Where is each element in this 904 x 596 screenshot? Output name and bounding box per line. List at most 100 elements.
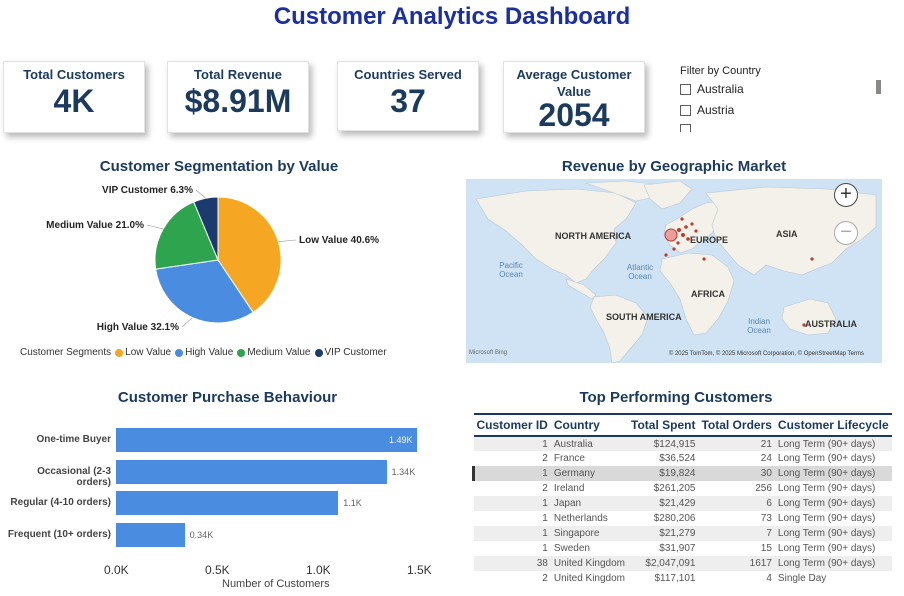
kpi-average-customer-value[interactable]: Average Customer Value 2054 bbox=[503, 61, 645, 133]
table-row[interactable]: 1 Netherlands $280,206 73 Long Term (90+ day… bbox=[474, 511, 892, 526]
filter-title: Filter by Country bbox=[680, 65, 761, 77]
geo-title: Revenue by Geographic Market bbox=[561, 158, 787, 175]
dashboard-title: Customer Analytics Dashboard bbox=[273, 3, 631, 30]
bar[interactable] bbox=[116, 460, 387, 484]
table-cell: 1 bbox=[473, 496, 551, 511]
table-row[interactable]: 1 Sweden $31,907 15 Long Term (90+ days) bbox=[474, 541, 892, 556]
behaviour-panel: Customer Purchase Behaviour One-time Buy… bbox=[3, 385, 452, 593]
column-header[interactable]: Total Spent bbox=[628, 413, 699, 437]
column-header[interactable]: Country bbox=[550, 413, 628, 437]
legend-label: Low Value bbox=[125, 347, 172, 358]
pie-data-label: Low Value 40.6% bbox=[299, 235, 379, 246]
legend-marker bbox=[314, 348, 323, 357]
filter-option-australia[interactable]: Australia bbox=[680, 82, 744, 96]
pie-data-label: High Value 32.1% bbox=[97, 322, 179, 333]
kpi-value: 4K bbox=[53, 83, 95, 119]
map-label-europe: EUROPE bbox=[690, 235, 729, 245]
geo-map[interactable]: NORTH AMERICA EUROPE ASIA AFRICA SOUTH A… bbox=[466, 179, 882, 363]
kpi-total-revenue[interactable]: Total Revenue $8.91M bbox=[167, 61, 309, 133]
kpi-label: Total Customers bbox=[23, 67, 125, 82]
table-row[interactable]: 2 United Kingdom $117,101 4 Single Day bbox=[474, 571, 892, 586]
filter-scrollbar[interactable] bbox=[876, 80, 881, 94]
table-cell: 6 bbox=[698, 496, 775, 511]
table-cell: 2 bbox=[542, 483, 548, 494]
table-cell: $280,206 bbox=[653, 513, 696, 524]
checkbox[interactable] bbox=[680, 104, 691, 116]
pie-leader-line bbox=[146, 224, 164, 230]
table-cell: 1 bbox=[473, 526, 551, 541]
filter-option-partial[interactable] bbox=[680, 124, 697, 132]
table-cell: Ireland bbox=[553, 483, 585, 494]
pie-leader-line bbox=[195, 189, 206, 199]
country-filter[interactable]: Filter by Country Australia Austria bbox=[671, 60, 885, 132]
table-cell: $124,915 bbox=[628, 436, 699, 451]
column-header[interactable]: Customer ID bbox=[473, 413, 551, 437]
bar[interactable] bbox=[116, 428, 417, 452]
kpi-label: Countries Served bbox=[354, 67, 462, 82]
table-cell: Netherlands bbox=[553, 513, 608, 524]
bar-value-label: 1.1K bbox=[343, 498, 362, 508]
table-cell: Long Term (90+ days) bbox=[777, 543, 876, 554]
table-cell: 1617 bbox=[698, 556, 775, 571]
zoom-in-button[interactable]: + bbox=[834, 183, 858, 207]
table-row[interactable]: 2 France $36,524 24 Long Term (90+ days) bbox=[474, 451, 892, 466]
table-row[interactable]: 1 Australia $124,915 21 Long Term (90+ days) bbox=[473, 436, 892, 451]
table-cell: Long Term (90+ days) bbox=[774, 436, 892, 451]
segmentation-panel: Customer Segmentation by Value Low Value… bbox=[3, 153, 435, 365]
legend-item[interactable]: VIP Customer bbox=[314, 347, 387, 358]
legend-item[interactable]: Medium Value bbox=[237, 347, 311, 358]
table-cell: $19,824 bbox=[628, 466, 699, 481]
pie-data-label: VIP Customer 6.3% bbox=[102, 185, 193, 196]
bar-value-label: 0.34K bbox=[189, 530, 214, 540]
table-row[interactable]: 2 Ireland $261,205 256 Long Term (90+ days) bbox=[474, 481, 892, 496]
x-tick-label: 1.5K bbox=[407, 563, 432, 577]
table-cell: 256 bbox=[755, 483, 772, 494]
column-header[interactable]: Total Orders bbox=[698, 413, 775, 437]
legend-marker bbox=[175, 348, 184, 357]
table-cell: Single Day bbox=[777, 573, 827, 584]
x-tick-label: 1.0K bbox=[306, 563, 331, 577]
top-customers-title: Top Performing Customers bbox=[579, 389, 773, 406]
kpi-countries-served[interactable]: Countries Served 37 bbox=[337, 61, 479, 131]
pie-leader-line bbox=[181, 317, 193, 328]
kpi-total-customers[interactable]: Total Customers 4K bbox=[3, 61, 145, 133]
segmentation-pie-chart: Low Value 40.6% High Value 32.1% Medium Va… bbox=[46, 185, 379, 333]
legend-item[interactable]: High Value bbox=[175, 347, 233, 358]
table-cell: United Kingdom bbox=[553, 573, 625, 584]
table-cell: 24 bbox=[760, 453, 772, 464]
table-cell: $31,907 bbox=[659, 543, 696, 554]
table-cell: 1 bbox=[473, 436, 551, 451]
filter-option-label: Austria bbox=[697, 103, 735, 117]
filter-option-label: Australia bbox=[697, 82, 744, 96]
table-cell: 15 bbox=[760, 543, 772, 554]
table-cell: 1 bbox=[542, 513, 548, 524]
legend-marker bbox=[237, 348, 246, 357]
map-label-south-america: SOUTH AMERICA bbox=[606, 312, 682, 322]
table-cell: 73 bbox=[760, 513, 772, 524]
checkbox[interactable] bbox=[680, 124, 691, 132]
zoom-out-button[interactable]: − bbox=[834, 221, 858, 245]
table-row[interactable]: 38 United Kingdom $2,047,091 1617 Long Term … bbox=[473, 556, 892, 571]
map-label-australia: AUSTRALIA bbox=[805, 319, 857, 329]
map-attribution[interactable]: © 2025 TomTom, © 2025 Microsoft Corporat… bbox=[669, 351, 864, 357]
table-cell: Singapore bbox=[550, 526, 628, 541]
table-cell: 1 bbox=[542, 543, 548, 554]
table-row[interactable]: 1 Japan $21,429 6 Long Term (90+ days) bbox=[473, 496, 892, 511]
legend-label: VIP Customer bbox=[324, 347, 387, 358]
table-cell: Long Term (90+ days) bbox=[777, 453, 876, 464]
bar[interactable] bbox=[116, 523, 185, 547]
table-cell: Australia bbox=[550, 436, 628, 451]
table-row[interactable]: 1 Singapore $21,279 7 Long Term (90+ days) bbox=[473, 526, 892, 541]
table-row[interactable]: 1 Germany $19,824 30 Long Term (90+ days) bbox=[471, 466, 892, 481]
column-header[interactable]: Customer Lifecycle bbox=[774, 413, 892, 437]
table-cell: $117,101 bbox=[654, 573, 696, 584]
filter-option-austria[interactable]: Austria bbox=[680, 103, 734, 117]
bar[interactable] bbox=[116, 491, 339, 515]
legend-item[interactable]: Low Value bbox=[115, 347, 171, 358]
table-cell: France bbox=[553, 453, 585, 464]
x-tick-label: 0.5K bbox=[205, 563, 230, 577]
table-cell: Long Term (90+ days) bbox=[774, 496, 892, 511]
top-customers-table: Customer ID Country Total Spent Total Or… bbox=[471, 413, 892, 586]
checkbox[interactable] bbox=[680, 83, 691, 95]
kpi-label: Total Revenue bbox=[194, 67, 282, 82]
